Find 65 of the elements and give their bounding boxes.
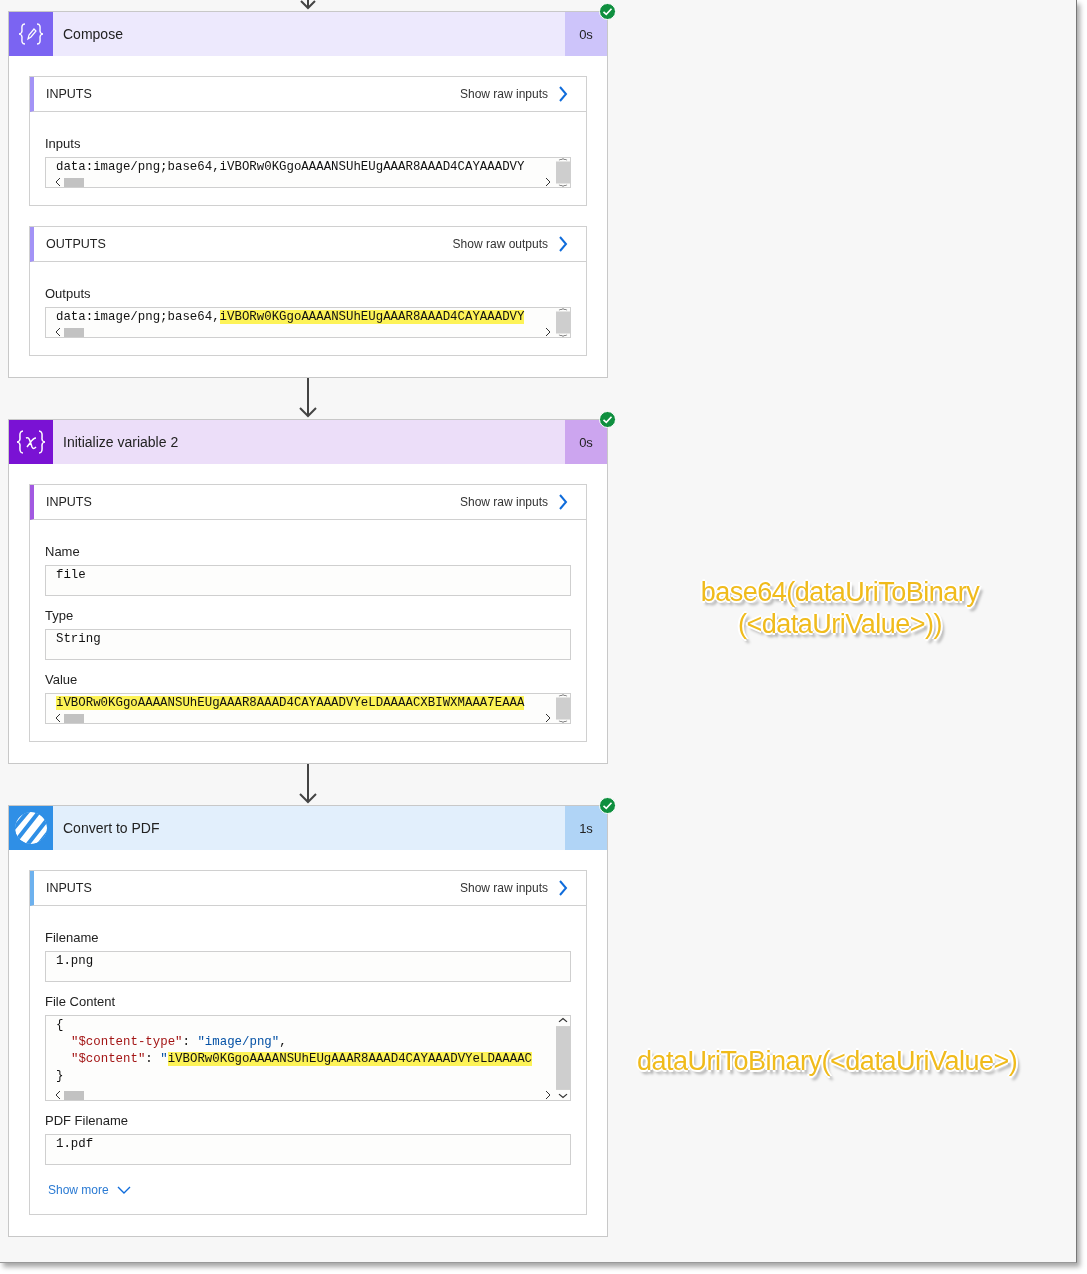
chevron-right-icon[interactable]	[558, 86, 568, 102]
chevron-down-icon[interactable]	[116, 1185, 131, 1195]
code-text: data:image/png;base64,	[56, 310, 220, 324]
code-text: :	[182, 1035, 191, 1049]
code-text: data:image/png;base64,iVBORw0KGgoAAAANSUhEUgAAAR8AAAD4CAYAAADVY	[56, 160, 525, 174]
annotation-text: dataUriToBinary(<dataUriValue>)	[637, 1046, 1018, 1077]
value-field[interactable]: data:image/png;base64,iVBORw0KGgoAAAANSUhEUgAAAR8AAAD4CAYAAADVY	[45, 307, 571, 338]
annotation-text: base64(dataUriToBinary (<dataUriValue>))	[699, 576, 981, 640]
connector-arrow	[298, 764, 318, 805]
variable-icon	[14, 427, 48, 457]
value-field[interactable]: 1.png	[45, 951, 571, 982]
card-title: Initialize variable 2	[62, 434, 180, 450]
section-heading: INPUTS	[46, 881, 93, 895]
code-text: "$content-type"	[71, 1035, 183, 1049]
field-label: Name	[45, 544, 81, 559]
card-title: Convert to PDF	[62, 820, 161, 836]
chevron-right-icon[interactable]	[558, 880, 568, 896]
connector-arrow	[298, 0, 318, 10]
code-text: }	[56, 1069, 64, 1083]
duration-label: 0s	[565, 420, 607, 464]
value-field[interactable]: String	[45, 629, 571, 660]
section-heading: INPUTS	[46, 495, 93, 509]
field-label: PDF Filename	[45, 1113, 130, 1128]
code-text: iVBORw0KGgoAAAANSUhEUgAAAR8AAAD4CAYAAADVYeLDAAAAC	[167, 1052, 533, 1066]
show-raw-link[interactable]: Show raw inputs	[459, 881, 548, 895]
field-label: Inputs	[45, 136, 82, 151]
section-heading: OUTPUTS	[46, 237, 107, 251]
field-label: Filename	[45, 930, 100, 945]
card-title: Compose	[62, 26, 124, 42]
card-header[interactable]: Compose 0s	[9, 12, 607, 56]
code-text: {	[56, 1018, 64, 1032]
section-heading: INPUTS	[46, 87, 93, 101]
show-raw-link[interactable]: Show raw outputs	[452, 237, 548, 251]
chevron-right-icon[interactable]	[558, 236, 568, 252]
vertical-scrollbar[interactable]	[556, 694, 570, 723]
code-text: "image/png"	[197, 1035, 280, 1049]
field-label: Type	[45, 608, 75, 623]
value-field[interactable]: 1.pdf	[45, 1134, 571, 1165]
code-text: "$content"	[71, 1052, 146, 1066]
code-text: 1.png	[56, 954, 94, 968]
code-text: 1.pdf	[56, 1137, 94, 1151]
code-text: file	[56, 568, 86, 582]
vertical-scrollbar[interactable]	[556, 308, 570, 337]
show-raw-link[interactable]: Show raw inputs	[459, 495, 548, 509]
field-label: File Content	[45, 994, 117, 1009]
code-text: :	[145, 1052, 154, 1066]
connector-arrow	[298, 378, 318, 419]
value-field[interactable]: { "$content-type": "image/png", "$content": "iVBORw0KGgoAAAANSUhEUgAAAR8AAAD4CAYAAADVYeLDAAAAC }	[45, 1015, 571, 1101]
duration-label: 1s	[565, 806, 607, 850]
vertical-scrollbar[interactable]	[556, 158, 570, 187]
value-field[interactable]: file	[45, 565, 571, 596]
card-header[interactable]: Convert to PDF 1s	[9, 806, 607, 850]
code-text: iVBORw0KGgoAAAANSUhEUgAAAR8AAAD4CAYAAADVY	[219, 310, 525, 324]
vertical-scrollbar[interactable]	[556, 1016, 570, 1100]
value-field[interactable]: data:image/png;base64,iVBORw0KGgoAAAANSUhEUgAAAR8AAAD4CAYAAADVY	[45, 157, 571, 188]
show-raw-link[interactable]: Show raw inputs	[459, 87, 548, 101]
duration-label: 0s	[565, 12, 607, 56]
card-header[interactable]: Initialize variable 2 0s	[9, 420, 607, 464]
code-text: "	[160, 1052, 168, 1066]
field-label: Outputs	[45, 286, 92, 301]
field-label: Value	[45, 672, 79, 687]
show-more-link[interactable]: Show more	[48, 1183, 109, 1197]
code-text: String	[56, 632, 101, 646]
code-text: ,	[279, 1035, 287, 1049]
chevron-right-icon[interactable]	[558, 494, 568, 510]
